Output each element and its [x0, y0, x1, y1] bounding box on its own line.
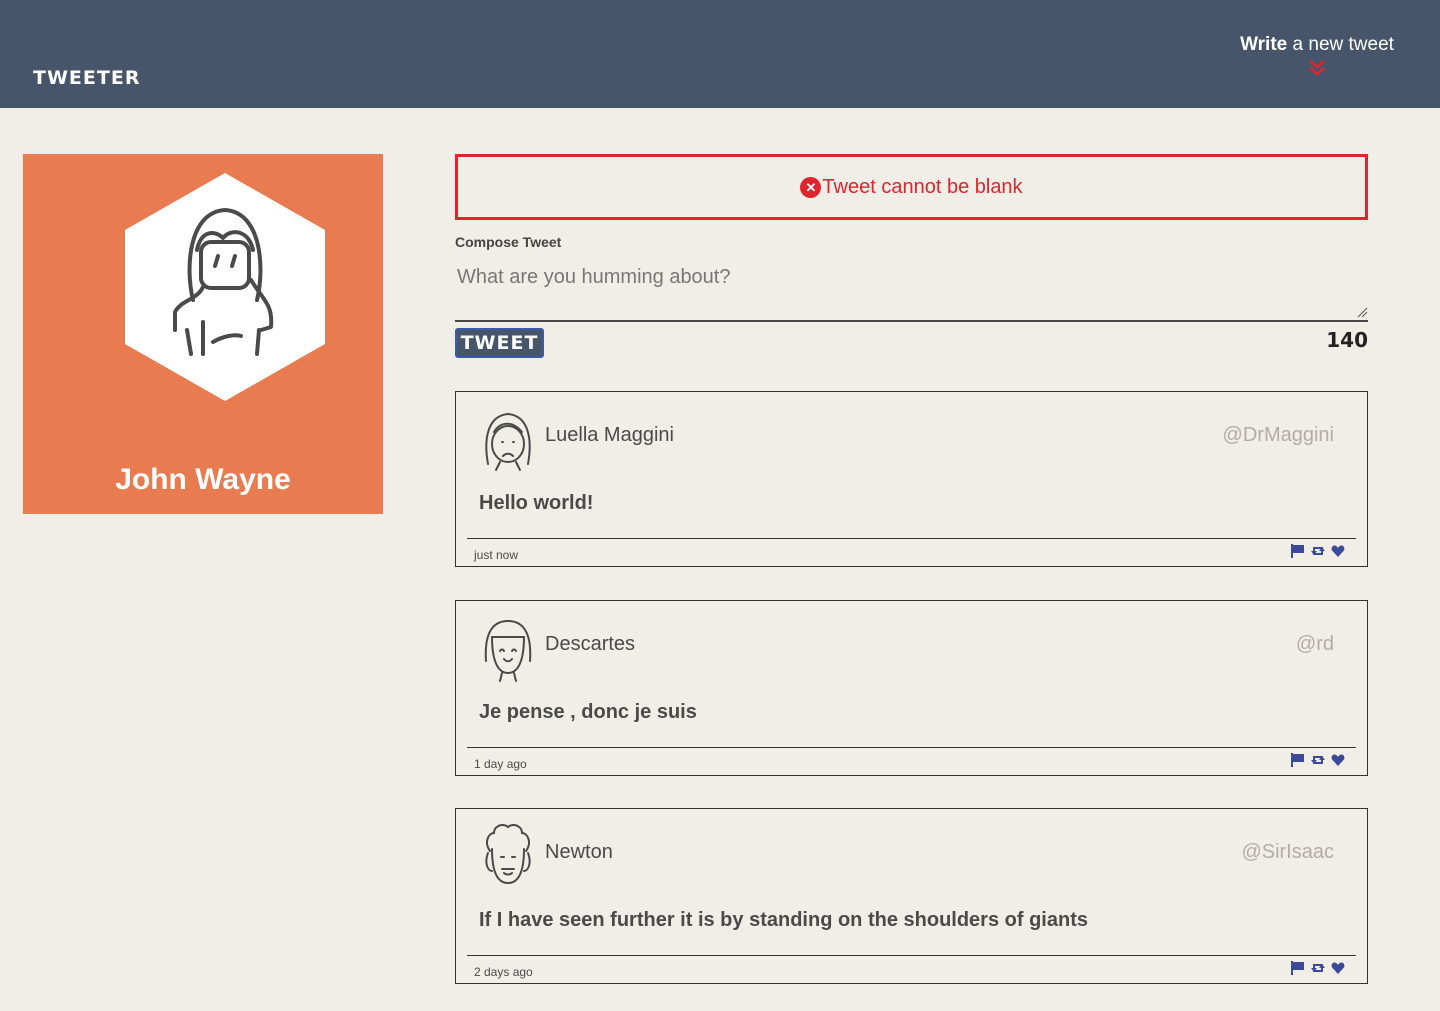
write-new-tweet-toggle[interactable]: Write a new tweet [1227, 32, 1407, 78]
user-avatar [485, 824, 531, 885]
tweet-actions [1291, 544, 1345, 558]
tweet-timestamp: just now [474, 548, 519, 562]
error-message: ✕ Tweet cannot be blank [455, 154, 1368, 220]
profile-name: John Wayne [115, 463, 291, 496]
retweet-icon[interactable] [1311, 544, 1325, 558]
tweet-divider [467, 747, 1356, 748]
retweet-icon[interactable] [1311, 753, 1325, 767]
tweet-content: If I have seen further it is by standing… [479, 909, 1088, 931]
tweet-author: Descartes [545, 633, 636, 655]
error-text: Tweet cannot be blank [822, 175, 1023, 198]
tweet-handle: @DrMaggini [1222, 424, 1334, 446]
tweet-content: Hello world! [479, 492, 594, 514]
tweet-timestamp: 1 day ago [474, 757, 527, 771]
user-avatar [484, 619, 532, 682]
tweet-divider [467, 955, 1356, 956]
tweet-card: Descartes @rd Je pense , donc je suis 1 … [455, 600, 1368, 776]
tweet-author: Newton [545, 841, 613, 863]
flag-icon[interactable] [1291, 961, 1305, 975]
error-circle-icon: ✕ [800, 176, 822, 198]
tweet-author: Luella Maggini [545, 424, 674, 446]
flag-icon[interactable] [1291, 544, 1305, 558]
resize-handle-icon[interactable] [1356, 306, 1368, 318]
tweet-handle: @rd [1295, 633, 1334, 655]
write-label-bold: Write [1240, 34, 1288, 55]
user-avatar [485, 412, 531, 471]
user-profile-card: John Wayne [23, 154, 383, 514]
profile-avatar [125, 173, 325, 401]
heart-icon[interactable] [1331, 753, 1345, 767]
double-chevron-down-icon[interactable] [1307, 58, 1327, 78]
write-label-rest: a new tweet [1287, 34, 1394, 55]
tweet-actions [1291, 753, 1345, 767]
tweet-content: Je pense , donc je suis [479, 701, 697, 723]
tweet-timestamp: 2 days ago [474, 965, 533, 979]
compose-tweet-input[interactable] [455, 258, 1368, 322]
heart-icon[interactable] [1331, 961, 1345, 975]
compose-label: Compose Tweet [455, 234, 562, 250]
retweet-icon[interactable] [1311, 961, 1325, 975]
flag-icon[interactable] [1291, 753, 1305, 767]
tweet-submit-button[interactable]: TWEET [455, 328, 544, 358]
character-counter: 140 [1326, 328, 1368, 352]
heart-icon[interactable] [1331, 544, 1345, 558]
tweet-card: Newton @SirIsaac If I have seen further … [455, 808, 1368, 984]
tweet-card: Luella Maggini @DrMaggini Hello world! j… [455, 391, 1368, 567]
brand-logo: TWEETER [33, 67, 141, 89]
navbar: TWEETER Write a new tweet [0, 0, 1440, 108]
tweet-handle: @SirIsaac [1241, 841, 1334, 863]
tweet-actions [1291, 961, 1345, 975]
tweet-divider [467, 538, 1356, 539]
